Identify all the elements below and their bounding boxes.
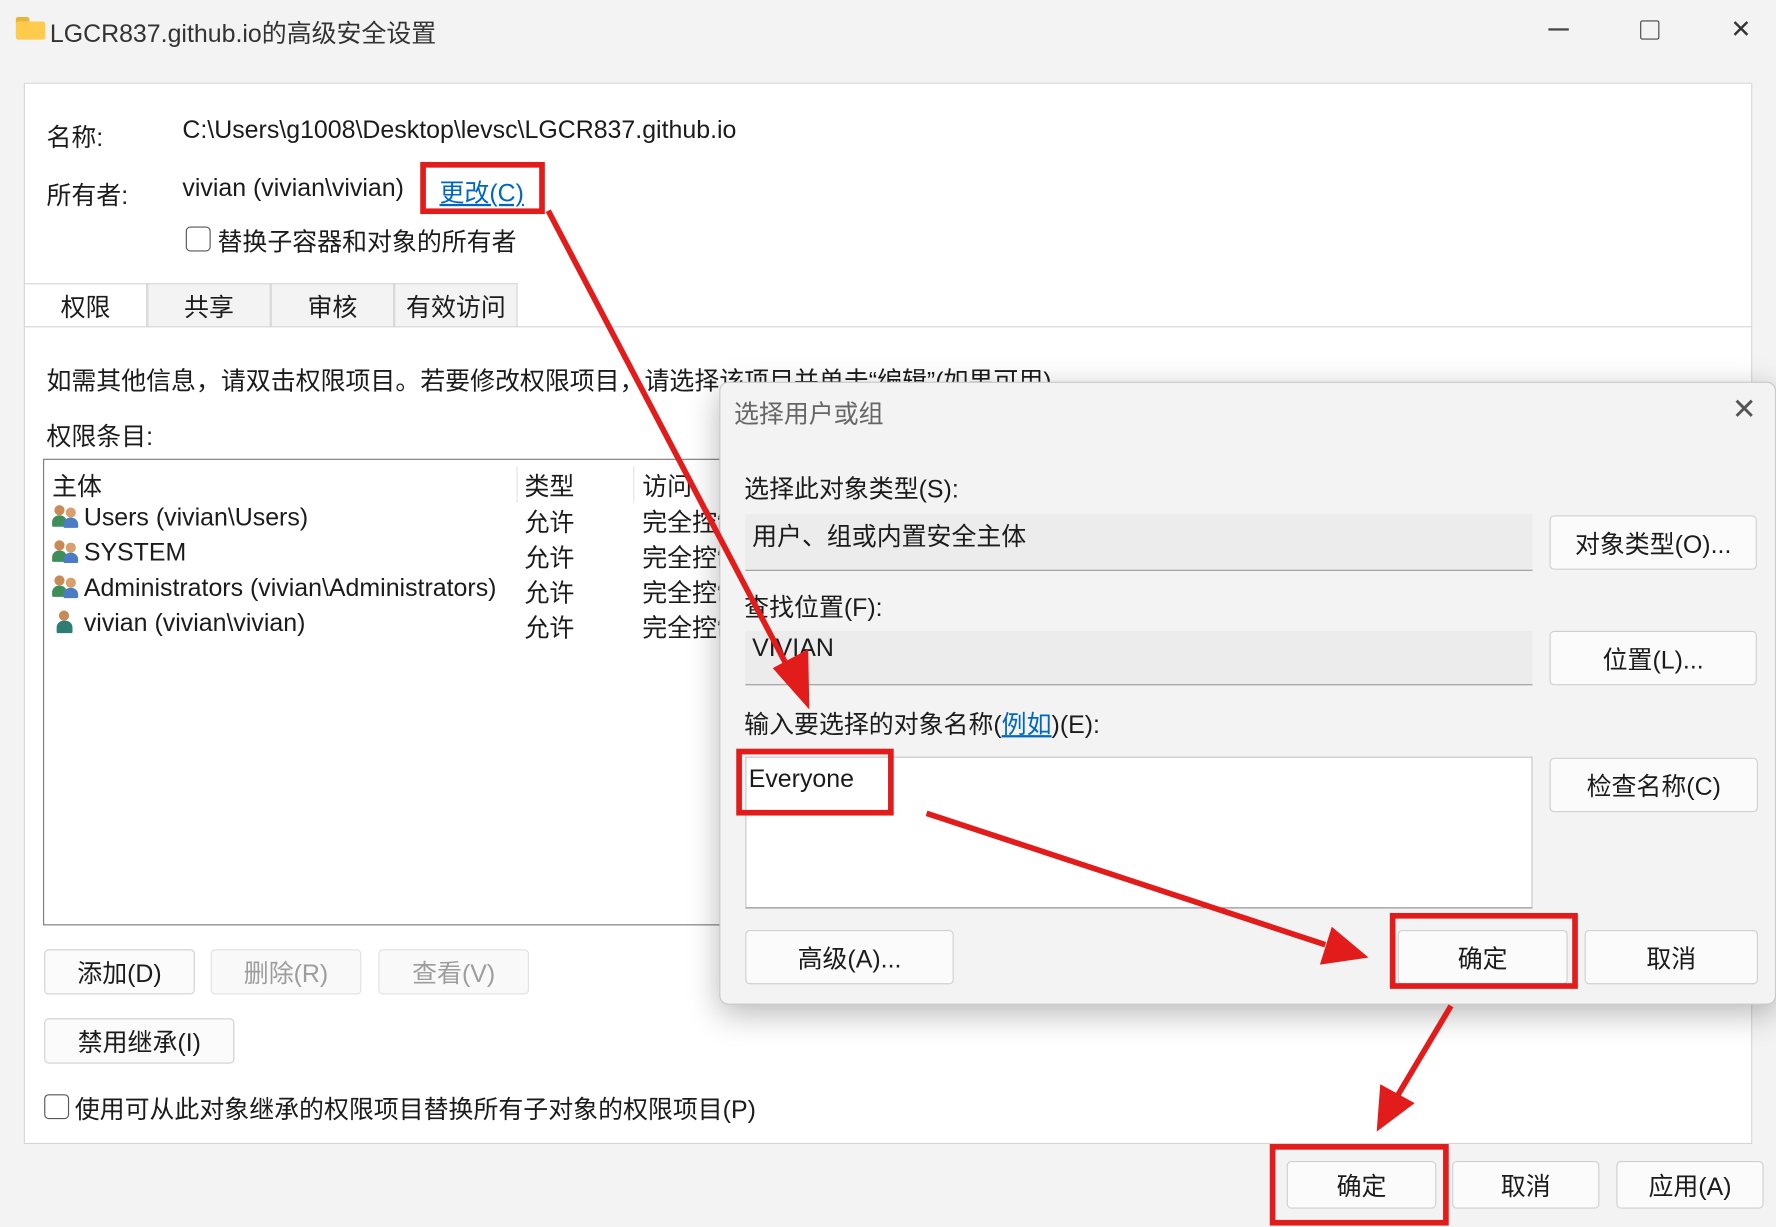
object-type-field: 用户、组或内置安全主体 — [745, 514, 1533, 571]
row-principal: SYSTEM — [83, 538, 187, 567]
user-icon — [52, 609, 79, 634]
annotation-box-dialog-ok — [1389, 912, 1578, 989]
add-button[interactable]: 添加(D) — [44, 949, 195, 995]
group-icon — [52, 574, 79, 599]
column-header-type[interactable]: 类型 — [524, 467, 574, 503]
annotation-box-change — [420, 161, 545, 215]
dialog-cancel-button[interactable]: 取消 — [1584, 929, 1758, 985]
select-users-dialog: 选择用户或组 ✕ 选择此对象类型(S): 用户、组或内置安全主体 对象类型(O)… — [719, 381, 1776, 1005]
view-button[interactable]: 查看(V) — [378, 949, 529, 995]
column-header-principal[interactable]: 主体 — [52, 467, 102, 503]
title-bar: LGCR837.github.io的高级安全设置 ✕ — [0, 0, 1776, 59]
owner-value: vivian (vivian\vivian) — [182, 173, 404, 202]
group-icon — [52, 504, 79, 529]
tab-strip: 权限 共享 审核 有效访问 — [23, 283, 518, 328]
name-label: 名称: — [46, 123, 104, 152]
tab-effective-access[interactable]: 有效访问 — [394, 283, 518, 328]
advanced-button[interactable]: 高级(A)... — [745, 929, 954, 985]
row-principal: vivian (vivian\vivian) — [83, 608, 306, 637]
remove-button[interactable]: 删除(R) — [210, 949, 362, 995]
row-principal: Administrators (vivian\Administrators) — [83, 573, 497, 602]
row-type: 允许 — [524, 508, 575, 537]
replace-child-permissions-checkbox[interactable] — [44, 1094, 70, 1120]
enter-names-label: 输入要选择的对象名称(例如)(E): — [744, 710, 1100, 739]
permission-entries-list[interactable]: 主体 类型 访问 Users (vivian\Users) 允许 完全控制 SY… — [43, 458, 791, 926]
apply-button[interactable]: 应用(A) — [1616, 1161, 1764, 1209]
permission-entries-label: 权限条目: — [46, 422, 154, 451]
annotation-box-everyone — [736, 748, 894, 816]
location-label: 查找位置(F): — [744, 593, 883, 622]
close-icon[interactable]: ✕ — [1707, 9, 1775, 50]
column-header-access[interactable]: 访问 — [642, 467, 692, 503]
disable-inheritance-button[interactable]: 禁用继承(I) — [44, 1018, 235, 1064]
location-value: VIVIAN — [752, 633, 834, 662]
row-type: 允许 — [524, 543, 575, 573]
table-row[interactable]: vivian (vivian\vivian) 允许 完全控制 — [44, 606, 789, 642]
table-row[interactable]: SYSTEM 允许 完全控制 — [44, 536, 789, 572]
folder-icon — [15, 16, 46, 40]
owner-label: 所有者: — [46, 181, 129, 210]
window-title: LGCR837.github.io的高级安全设置 — [49, 19, 437, 48]
column-divider — [516, 466, 518, 503]
replace-child-permissions-label: 使用可从此对象继承的权限项目替换所有子对象的权限项目(P) — [74, 1095, 756, 1124]
row-principal: Users (vivian\Users) — [83, 502, 309, 532]
tab-permissions[interactable]: 权限 — [23, 283, 148, 328]
object-types-button[interactable]: 对象类型(O)... — [1549, 515, 1757, 570]
close-icon[interactable]: ✕ — [1732, 392, 1757, 427]
locations-button[interactable]: 位置(L)... — [1549, 630, 1757, 686]
replace-owner-label: 替换子容器和对象的所有者 — [217, 227, 517, 256]
minimize-icon[interactable] — [1525, 9, 1593, 50]
column-divider — [633, 466, 635, 503]
row-type: 允许 — [524, 578, 575, 608]
table-row[interactable]: Users (vivian\Users) 允许 完全控制 — [44, 501, 789, 537]
advanced-security-window: LGCR837.github.io的高级安全设置 ✕ 名称: C:\Users\… — [0, 0, 1776, 1227]
object-type-value: 用户、组或内置安全主体 — [752, 522, 1027, 551]
name-value: C:\Users\g1008\Desktop\levsc\LGCR837.git… — [182, 115, 737, 144]
tab-share[interactable]: 共享 — [147, 283, 271, 328]
cancel-button[interactable]: 取消 — [1452, 1161, 1600, 1209]
maximize-icon[interactable] — [1615, 9, 1683, 50]
annotation-box-ok — [1269, 1144, 1449, 1226]
dialog-title: 选择用户或组 — [733, 399, 884, 429]
replace-owner-checkbox[interactable] — [185, 226, 211, 252]
row-type: 允许 — [524, 613, 575, 643]
examples-link[interactable]: 例如 — [1002, 710, 1052, 738]
table-row[interactable]: Administrators (vivian\Administrators) 允… — [44, 571, 789, 607]
tab-auditing[interactable]: 审核 — [270, 283, 395, 328]
check-names-button[interactable]: 检查名称(C) — [1549, 757, 1758, 813]
tab-divider — [23, 326, 1753, 328]
object-type-label: 选择此对象类型(S): — [744, 474, 959, 503]
location-field: VIVIAN — [745, 630, 1533, 686]
group-icon — [52, 539, 79, 564]
list-header: 主体 类型 访问 — [44, 464, 789, 503]
